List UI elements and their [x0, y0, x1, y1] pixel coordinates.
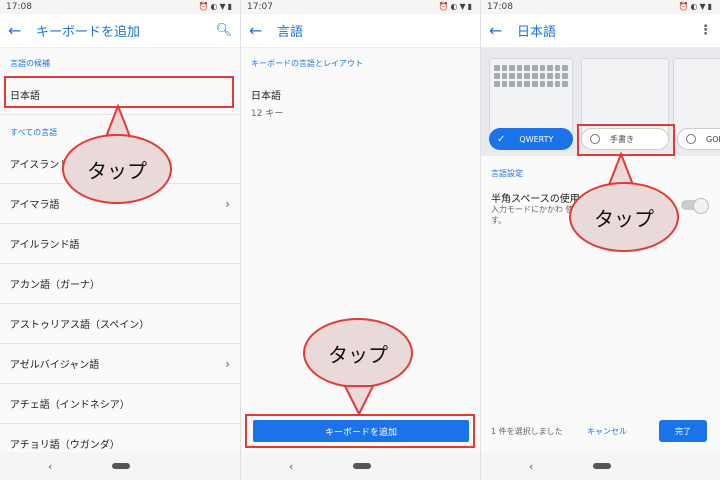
panel-language: 17:07 ⏰◐▼▮ ← 言語 キーボードの言語とレイアウト 日本語 12 キー…: [240, 0, 480, 480]
back-arrow-icon[interactable]: ←: [489, 21, 517, 40]
status-bar: 17:08 ⏰◐▼▮: [481, 0, 720, 14]
language-item[interactable]: アカン語（ガーナ）: [0, 264, 240, 304]
language-name: 日本語: [251, 91, 281, 102]
app-bar: ← キーボードを追加 🔍︎: [0, 14, 240, 48]
language-label: アカン語（ガーナ）: [10, 280, 100, 291]
language-label: アストゥリアス語（スペイン）: [10, 320, 150, 331]
keyboard-preview-qwerty[interactable]: [489, 58, 573, 138]
status-icons: ⏰◐▼▮: [198, 2, 234, 11]
page-title: 言語: [277, 25, 304, 40]
keyboard-preview-goda[interactable]: [673, 58, 720, 138]
back-arrow-icon[interactable]: ←: [8, 21, 36, 40]
status-icons: ⏰◐▼▮: [678, 2, 714, 11]
cancel-button[interactable]: キャンセル: [587, 426, 627, 437]
chevron-right-icon: ›: [225, 356, 230, 371]
status-time: 17:08: [487, 2, 513, 12]
language-label: アイルランド語: [10, 240, 80, 251]
tap-callout: タップ: [569, 182, 679, 252]
page-title: 日本語: [517, 25, 557, 40]
nav-back-icon[interactable]: ‹: [48, 460, 52, 473]
status-time: 17:08: [6, 2, 32, 12]
selection-count: 1 件を選択しました: [491, 426, 563, 436]
language-item[interactable]: アイルランド語: [0, 224, 240, 264]
chevron-right-icon: ›: [225, 196, 230, 211]
nav-home-icon[interactable]: [112, 463, 130, 469]
tap-callout: タップ: [303, 318, 413, 388]
language-label: アチェ語（インドネシア）: [10, 400, 130, 411]
back-arrow-icon[interactable]: ←: [249, 21, 277, 40]
language-label: アチョリ語（ウガンダ）: [10, 440, 120, 451]
status-icons: ⏰◐▼▮: [438, 2, 474, 11]
radio-icon: [686, 134, 696, 144]
language-item[interactable]: アゼルバイジャン語 ›: [0, 344, 240, 384]
nav-bar: ‹: [0, 452, 240, 480]
highlight-box: [245, 414, 475, 448]
chip-label: QWERTY: [519, 134, 554, 144]
section-language-settings: 言語設定: [491, 169, 523, 178]
setting-toggle[interactable]: [681, 198, 709, 214]
done-button[interactable]: 完了: [659, 420, 707, 442]
section-keyboard-languages: キーボードの言語とレイアウト: [251, 59, 363, 68]
chip-qwerty[interactable]: ✓ QWERTY: [489, 128, 573, 150]
nav-bar: ‹: [241, 452, 480, 480]
language-label: アイマラ語: [10, 200, 60, 211]
status-time: 17:07: [247, 2, 273, 12]
nav-back-icon[interactable]: ‹: [289, 460, 293, 473]
language-item[interactable]: アストゥリアス語（スペイン）: [0, 304, 240, 344]
check-icon: ✓: [497, 133, 506, 145]
app-bar: ← 日本語 ⋮: [481, 14, 720, 48]
nav-bar: ‹: [481, 452, 720, 480]
status-bar: 17:08 ⏰◐▼▮: [0, 0, 240, 14]
nav-home-icon[interactable]: [353, 463, 371, 469]
bottom-action-bar: 1 件を選択しました キャンセル 完了: [481, 416, 720, 446]
section-candidates: 言語の候補: [10, 59, 50, 68]
language-label: アゼルバイジャン語: [10, 360, 100, 371]
page-title: キーボードを追加: [36, 25, 141, 40]
callout-tail: [343, 385, 375, 417]
setting-title: 半角スペースの使用: [491, 194, 580, 205]
panel-add-keyboard: 17:08 ⏰◐▼▮ ← キーボードを追加 🔍︎ 言語の候補 日本語 すべての言…: [0, 0, 240, 480]
tap-callout: タップ: [62, 134, 172, 204]
panel-japanese: 17:08 ⏰◐▼▮ ← 日本語 ⋮ ✓QWERTY 手書き GODA 言語設定…: [480, 0, 720, 480]
search-icon[interactable]: 🔍︎: [215, 23, 232, 38]
language-item[interactable]: アチェ語（インドネシア）: [0, 384, 240, 424]
nav-home-icon[interactable]: [593, 463, 611, 469]
chip-label: GODA: [706, 134, 720, 144]
more-vert-icon[interactable]: ⋮: [699, 23, 712, 38]
chip-goda[interactable]: GODA: [677, 128, 720, 150]
app-bar: ← 言語: [241, 14, 480, 48]
status-bar: 17:07 ⏰◐▼▮: [241, 0, 480, 14]
nav-back-icon[interactable]: ‹: [529, 460, 533, 473]
layout-name: 12 キー: [251, 109, 284, 119]
language-entry[interactable]: 日本語 12 キー: [241, 75, 480, 119]
